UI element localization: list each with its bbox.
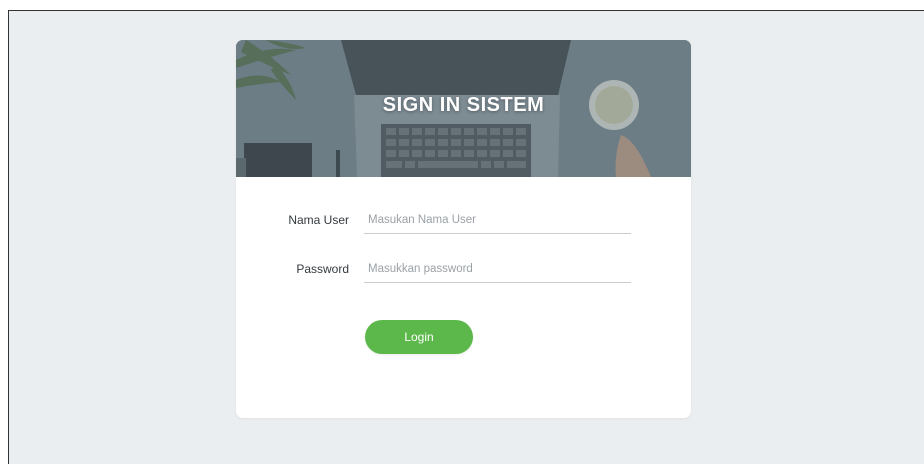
login-button[interactable]: Login: [365, 320, 473, 354]
password-row: Password: [236, 255, 691, 285]
password-label: Password: [296, 262, 349, 276]
username-input[interactable]: [364, 206, 631, 234]
password-input[interactable]: [364, 255, 631, 283]
username-label: Nama User: [288, 213, 349, 227]
login-card: SIGN IN SISTEM Nama User Password Login: [236, 40, 691, 418]
header-banner: SIGN IN SISTEM: [236, 40, 691, 177]
username-row: Nama User: [236, 206, 691, 236]
page-title: SIGN IN SISTEM: [382, 94, 545, 116]
